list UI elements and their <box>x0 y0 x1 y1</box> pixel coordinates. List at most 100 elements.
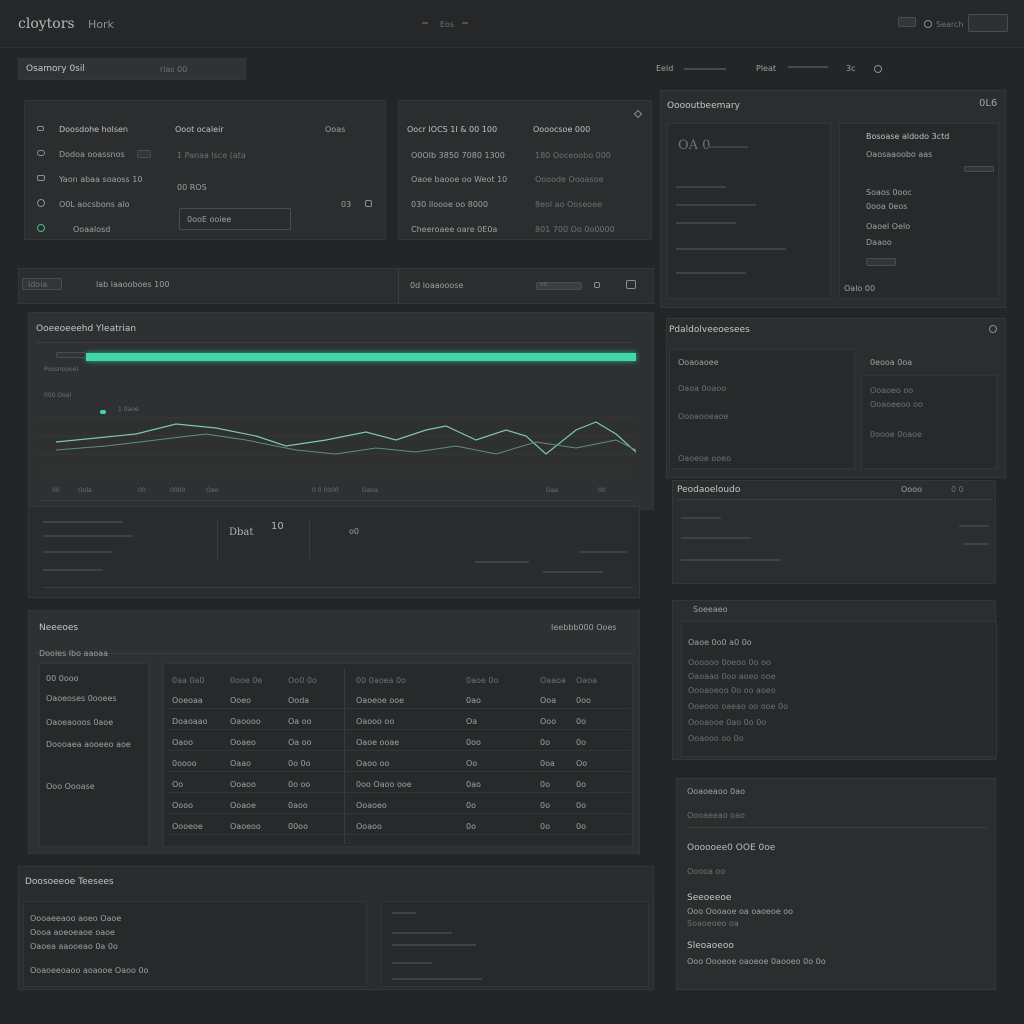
side-top-badge: 0L6 <box>979 98 998 109</box>
summary-left-row-label: Ooaalosd <box>73 225 111 234</box>
subheader-right-b[interactable]: Pleat <box>756 64 776 73</box>
side-list-row: Oooaooe 0ao 0o 0o <box>688 718 767 727</box>
side-bottom-row: Soaoeoeo oa <box>687 919 739 928</box>
table-row[interactable] <box>168 771 630 772</box>
refresh-icon[interactable] <box>874 65 882 73</box>
side-bottom-head-a: Ooaoeaoo 0ao <box>687 787 746 796</box>
metrics-right[interactable]: Ieebbb000 Ooes <box>551 623 617 632</box>
table-cell: 0ao <box>466 696 481 705</box>
table-row[interactable] <box>168 813 630 814</box>
side-top-item: 0ooa 0eos <box>866 202 908 211</box>
table-cell: Oaoo oo <box>356 759 390 768</box>
table-row[interactable] <box>168 729 630 730</box>
metrics-left-row: Doooaea aooeeo aoe <box>46 740 131 749</box>
clock-icon <box>37 199 45 207</box>
side-top-bar <box>676 272 746 274</box>
table-cell: Oaoo <box>172 738 193 747</box>
side-top-chip[interactable] <box>866 258 896 266</box>
summary-mid-header-b: Oooocsoe 000 <box>533 125 591 134</box>
side-mid-row: Oaoeoe ooeo <box>678 454 731 463</box>
side-top-chip[interactable] <box>964 166 994 172</box>
menu-icon[interactable] <box>37 126 44 131</box>
subheader-title: Osamory 0sil <box>26 64 85 74</box>
table-cell: Oaoooo <box>230 717 261 726</box>
summary-mid-cell: Oaoe baooe oo Weot 10 <box>411 175 508 184</box>
side-list-row: Ooaooo oo 0o <box>688 734 744 743</box>
chart-sub-divider <box>309 519 310 559</box>
summary-mid-cell: 801 700 Oo 0o0000 <box>535 225 615 234</box>
user-avatar-icon[interactable] <box>924 20 932 28</box>
top-center-label[interactable]: Eos <box>440 20 454 29</box>
side-chart-bar <box>959 525 989 527</box>
bottom-right-card <box>381 901 649 987</box>
side-chart-badge: 0 0 <box>951 485 964 494</box>
table-cell: 0o <box>576 801 586 810</box>
side-top-right-card: Bosoase aldodo 3ctd Oaosaaoobo aas Soaos… <box>839 123 999 299</box>
top-bar <box>0 0 1024 48</box>
chart-axis-label: 00 <box>52 487 60 494</box>
side-mid-row: Ooaoeo oo <box>870 386 914 395</box>
side-mid-col-title: Ooaoaoee <box>678 358 719 367</box>
chart-sub-bar <box>43 551 113 553</box>
row-tag[interactable] <box>137 150 151 158</box>
filter-icon[interactable] <box>594 282 600 288</box>
table-cell: Oa oo <box>288 717 312 726</box>
side-bottom-panel: Ooaoeaoo 0ao Oooaeeao oao Oooooee0 OOE 0… <box>676 778 996 990</box>
table-row[interactable] <box>168 708 630 709</box>
table-row[interactable] <box>168 792 630 793</box>
side-bottom-sub: Ooooa oo <box>687 867 726 876</box>
table-cell: Oo <box>466 759 478 768</box>
table-cell: 0o oo <box>288 780 311 789</box>
filter-left-text: lab laaooboes 100 <box>96 280 170 289</box>
table-cell: 0o <box>576 780 586 789</box>
side-top-footer: Oalo 00 <box>844 284 876 293</box>
summary-left-row-label: O0L aocsbons alo <box>59 200 130 209</box>
table-cell: 0o <box>540 780 550 789</box>
top-menu-button[interactable] <box>898 17 916 27</box>
summary-left-field-value: 0ooE ooiee <box>187 215 232 224</box>
side-top-bar <box>676 248 786 250</box>
side-mid-col-title: 0eooa 0oa <box>870 358 913 367</box>
chart-axis-label: 0 0 0000 <box>312 487 339 494</box>
expand-icon[interactable] <box>365 200 372 207</box>
filter-mid-text: 0d loaaooose <box>410 281 464 290</box>
table-cell: Ooaeo <box>230 738 256 747</box>
side-top-bar <box>676 222 736 224</box>
table-cell: Oaoe ooae <box>356 738 400 747</box>
chart-axis-label: 00 <box>138 487 146 494</box>
subheader-bar <box>684 68 726 70</box>
chart-sub-divider <box>43 587 633 588</box>
tag-icon <box>37 175 45 181</box>
subheader-right-c[interactable]: 3c <box>846 64 856 73</box>
table-cell: 0ao <box>466 780 481 789</box>
chart-line-primary <box>55 421 636 455</box>
pin-icon[interactable] <box>633 109 643 119</box>
table-cell: 0oo <box>576 696 591 705</box>
info-icon[interactable] <box>989 325 997 333</box>
table-cell: 0o <box>466 822 476 831</box>
summary-mid-cell: Cheeroaee oare 0E0a <box>411 225 498 234</box>
list-icon[interactable] <box>626 280 636 289</box>
subheader-right-a[interactable]: Eeld <box>656 64 673 73</box>
side-chart-right[interactable]: Oooo <box>901 485 922 494</box>
table-cell: Oooo <box>172 801 193 810</box>
bottom-left-card: Oooaeeaoo aoeo Oaoe Oooa aoeoeaoe oaoe O… <box>23 901 367 987</box>
link-icon <box>37 150 45 156</box>
table-cell: Ooaoe <box>230 801 256 810</box>
chart-sub-bar <box>543 571 603 573</box>
table-cell: Oo <box>172 780 184 789</box>
table-row[interactable] <box>168 834 630 835</box>
search-label[interactable]: Search <box>936 20 963 29</box>
subheader-counter: rias 00 <box>160 65 188 74</box>
table-cell: 0oa <box>540 759 555 768</box>
chart-axis-label: 0000 <box>170 487 186 494</box>
status-icon <box>37 224 45 232</box>
nav-label[interactable]: Hork <box>88 18 114 31</box>
dot-icon <box>462 22 468 24</box>
table-cell: 0aoo <box>288 801 308 810</box>
table-row[interactable] <box>168 750 630 751</box>
metrics-left-row: 00 0ooo <box>46 674 79 683</box>
window-button[interactable] <box>968 14 1008 32</box>
chart-axis-label: Oola <box>78 487 92 494</box>
app-logo[interactable]: cloytors <box>18 16 75 32</box>
